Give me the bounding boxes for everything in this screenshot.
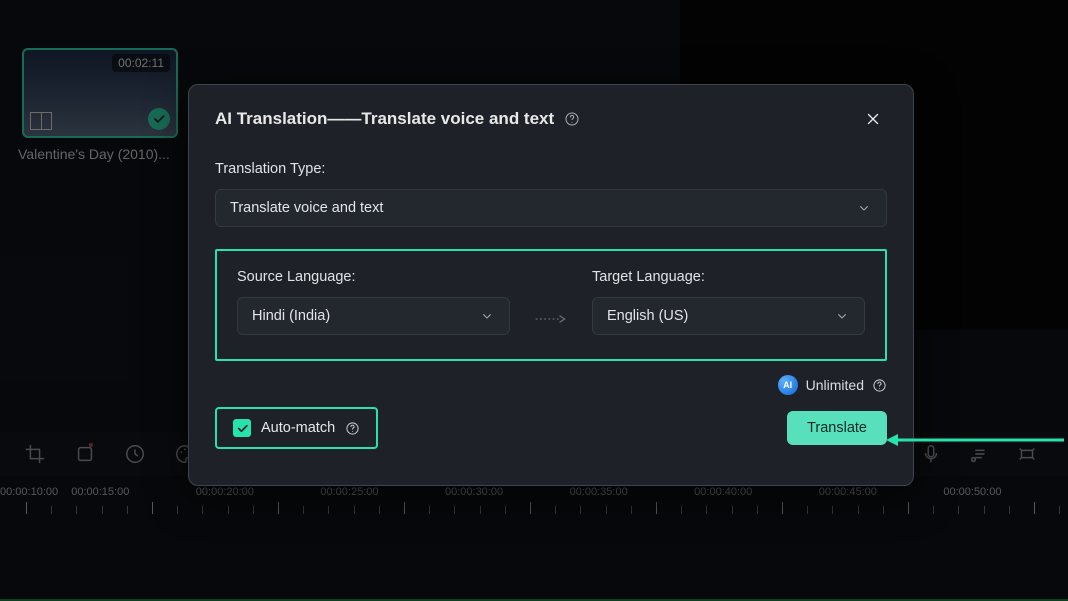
- translate-button[interactable]: Translate: [787, 411, 887, 445]
- translation-type-value: Translate voice and text: [230, 200, 383, 216]
- auto-match-label: Auto-match: [261, 420, 335, 436]
- language-selection-highlight: Source Language: Hindi (India) Target La…: [215, 249, 887, 361]
- close-icon: [864, 110, 882, 128]
- source-language-select[interactable]: Hindi (India): [237, 297, 510, 335]
- source-language-value: Hindi (India): [252, 308, 330, 324]
- chevron-down-icon: [834, 308, 850, 324]
- unlimited-label: Unlimited: [806, 377, 864, 393]
- help-icon[interactable]: [345, 421, 360, 436]
- ai-translation-modal: AI Translation——Translate voice and text…: [188, 84, 914, 486]
- translation-type-label: Translation Type:: [215, 161, 887, 177]
- help-icon[interactable]: [872, 378, 887, 393]
- ai-badge-icon: AI: [778, 375, 798, 395]
- chevron-down-icon: [856, 200, 872, 216]
- translation-type-select[interactable]: Translate voice and text: [215, 189, 887, 227]
- target-language-select[interactable]: English (US): [592, 297, 865, 335]
- target-language-label: Target Language:: [592, 269, 865, 285]
- arrow-right-icon: [534, 313, 568, 325]
- chevron-down-icon: [479, 308, 495, 324]
- help-icon[interactable]: [564, 111, 580, 127]
- auto-match-highlight: Auto-match: [215, 407, 378, 449]
- source-language-label: Source Language:: [237, 269, 510, 285]
- target-language-value: English (US): [607, 308, 688, 324]
- auto-match-checkbox[interactable]: [233, 419, 251, 437]
- modal-title: AI Translation——Translate voice and text: [215, 109, 554, 129]
- close-button[interactable]: [859, 105, 887, 133]
